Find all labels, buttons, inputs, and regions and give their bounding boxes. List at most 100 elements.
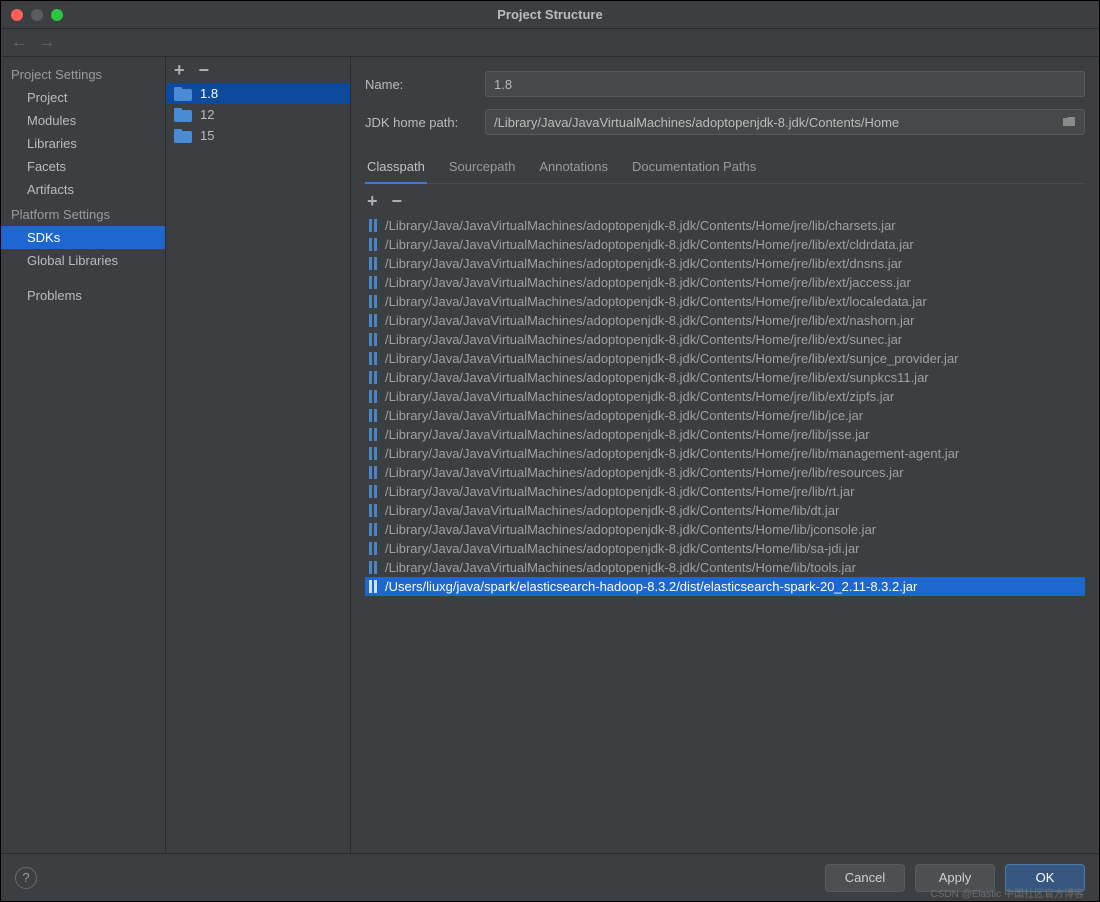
classpath-row[interactable]: /Library/Java/JavaVirtualMachines/adopto… [365,330,1085,349]
classpath-path: /Library/Java/JavaVirtualMachines/adopto… [385,313,914,328]
sidebar-item-facets[interactable]: Facets [1,155,165,178]
remove-classpath-button[interactable]: − [392,192,403,210]
jar-icon [369,485,379,498]
help-button[interactable]: ? [15,867,37,889]
classpath-row[interactable]: /Library/Java/JavaVirtualMachines/adopto… [365,482,1085,501]
jdk-home-label: JDK home path: [365,115,475,130]
classpath-row[interactable]: /Library/Java/JavaVirtualMachines/adopto… [365,463,1085,482]
sidebar-item-libraries[interactable]: Libraries [1,132,165,155]
classpath-path: /Library/Java/JavaVirtualMachines/adopto… [385,370,929,385]
classpath-row[interactable]: /Library/Java/JavaVirtualMachines/adopto… [365,292,1085,311]
tab-annotations[interactable]: Annotations [537,153,610,183]
classpath-row[interactable]: /Library/Java/JavaVirtualMachines/adopto… [365,254,1085,273]
sidebar-item-sdks[interactable]: SDKs [1,226,165,249]
classpath-path: /Library/Java/JavaVirtualMachines/adopto… [385,408,863,423]
jdk-home-field[interactable]: /Library/Java/JavaVirtualMachines/adopto… [485,109,1085,135]
jar-icon [369,371,379,384]
jar-icon [369,219,379,232]
jar-icon [369,390,379,403]
classpath-row[interactable]: /Users/liuxg/java/spark/elasticsearch-ha… [365,577,1085,596]
jar-icon [369,314,379,327]
jar-icon [369,333,379,346]
classpath-path: /Library/Java/JavaVirtualMachines/adopto… [385,351,959,366]
jar-icon [369,428,379,441]
classpath-row[interactable]: /Library/Java/JavaVirtualMachines/adopto… [365,368,1085,387]
folder-icon [174,87,192,101]
back-icon[interactable]: ← [11,35,27,51]
classpath-row[interactable]: /Library/Java/JavaVirtualMachines/adopto… [365,444,1085,463]
classpath-path: /Library/Java/JavaVirtualMachines/adopto… [385,294,927,309]
classpath-row[interactable]: /Library/Java/JavaVirtualMachines/adopto… [365,273,1085,292]
body: Project Settings ProjectModulesLibraries… [1,57,1099,853]
classpath-row[interactable]: /Library/Java/JavaVirtualMachines/adopto… [365,520,1085,539]
sidebar-item-project[interactable]: Project [1,86,165,109]
classpath-row[interactable]: /Library/Java/JavaVirtualMachines/adopto… [365,349,1085,368]
sdk-item[interactable]: 1.8 [166,83,350,104]
classpath-list[interactable]: /Library/Java/JavaVirtualMachines/adopto… [365,216,1085,843]
sdk-list[interactable]: 1.8 12 15 [166,83,350,853]
section-project-settings: Project Settings [1,61,165,86]
add-classpath-button[interactable]: + [367,192,378,210]
forward-icon[interactable]: → [39,35,55,51]
apply-button[interactable]: Apply [915,864,995,892]
folder-icon [174,129,192,143]
classpath-path: /Library/Java/JavaVirtualMachines/adopto… [385,427,870,442]
jar-icon [369,257,379,270]
sdk-item-label: 15 [200,128,214,143]
jar-icon [369,561,379,574]
jar-icon [369,542,379,555]
jar-icon [369,580,379,593]
sdk-item[interactable]: 15 [166,125,350,146]
classpath-row[interactable]: /Library/Java/JavaVirtualMachines/adopto… [365,539,1085,558]
sidebar-item-problems[interactable]: Problems [1,284,165,307]
name-value: 1.8 [494,77,512,92]
jdk-home-value: /Library/Java/JavaVirtualMachines/adopto… [494,115,899,130]
cancel-button[interactable]: Cancel [825,864,905,892]
jar-icon [369,352,379,365]
jar-icon [369,295,379,308]
classpath-row[interactable]: /Library/Java/JavaVirtualMachines/adopto… [365,558,1085,577]
tab-sourcepath[interactable]: Sourcepath [447,153,518,183]
classpath-path: /Library/Java/JavaVirtualMachines/adopto… [385,522,876,537]
classpath-path: /Library/Java/JavaVirtualMachines/adopto… [385,275,911,290]
remove-sdk-button[interactable]: − [199,61,210,79]
classpath-row[interactable]: /Library/Java/JavaVirtualMachines/adopto… [365,406,1085,425]
classpath-row[interactable]: /Library/Java/JavaVirtualMachines/adopto… [365,216,1085,235]
classpath-row[interactable]: /Library/Java/JavaVirtualMachines/adopto… [365,235,1085,254]
classpath-path: /Library/Java/JavaVirtualMachines/adopto… [385,446,959,461]
sdk-tabs: Classpath Sourcepath Annotations Documentat… [365,153,1085,184]
sidebar-item-global-libraries[interactable]: Global Libraries [1,249,165,272]
jar-icon [369,276,379,289]
classpath-row[interactable]: /Library/Java/JavaVirtualMachines/adopto… [365,425,1085,444]
classpath-path: /Library/Java/JavaVirtualMachines/adopto… [385,218,896,233]
sidebar-item-artifacts[interactable]: Artifacts [1,178,165,201]
tab-documentation-paths[interactable]: Documentation Paths [630,153,758,183]
add-sdk-button[interactable]: + [174,61,185,79]
classpath-path: /Library/Java/JavaVirtualMachines/adopto… [385,256,902,271]
browse-icon[interactable] [1062,115,1076,130]
settings-sidebar: Project Settings ProjectModulesLibraries… [1,57,166,853]
name-field[interactable]: 1.8 [485,71,1085,97]
jar-icon [369,504,379,517]
jar-icon [369,447,379,460]
tab-classpath[interactable]: Classpath [365,153,427,184]
classpath-toolbar: + − [365,184,1085,216]
sdk-item[interactable]: 12 [166,104,350,125]
jar-icon [369,466,379,479]
classpath-row[interactable]: /Library/Java/JavaVirtualMachines/adopto… [365,311,1085,330]
sdk-detail-panel: Name: 1.8 JDK home path: /Library/Java/J… [351,57,1099,853]
jar-icon [369,409,379,422]
classpath-row[interactable]: /Library/Java/JavaVirtualMachines/adopto… [365,501,1085,520]
classpath-path: /Library/Java/JavaVirtualMachines/adopto… [385,484,854,499]
project-structure-window: Project Structure ← → Project Settings P… [0,0,1100,902]
sidebar-item-modules[interactable]: Modules [1,109,165,132]
classpath-path: /Library/Java/JavaVirtualMachines/adopto… [385,465,904,480]
folder-icon [174,108,192,122]
name-label: Name: [365,77,475,92]
classpath-row[interactable]: /Library/Java/JavaVirtualMachines/adopto… [365,387,1085,406]
jar-icon [369,238,379,251]
ok-button[interactable]: OK [1005,864,1085,892]
section-platform-settings: Platform Settings [1,201,165,226]
sdk-item-label: 1.8 [200,86,218,101]
dialog-footer: ? Cancel Apply OK CSDN @Elastic 中国社区官方博客 [1,853,1099,901]
